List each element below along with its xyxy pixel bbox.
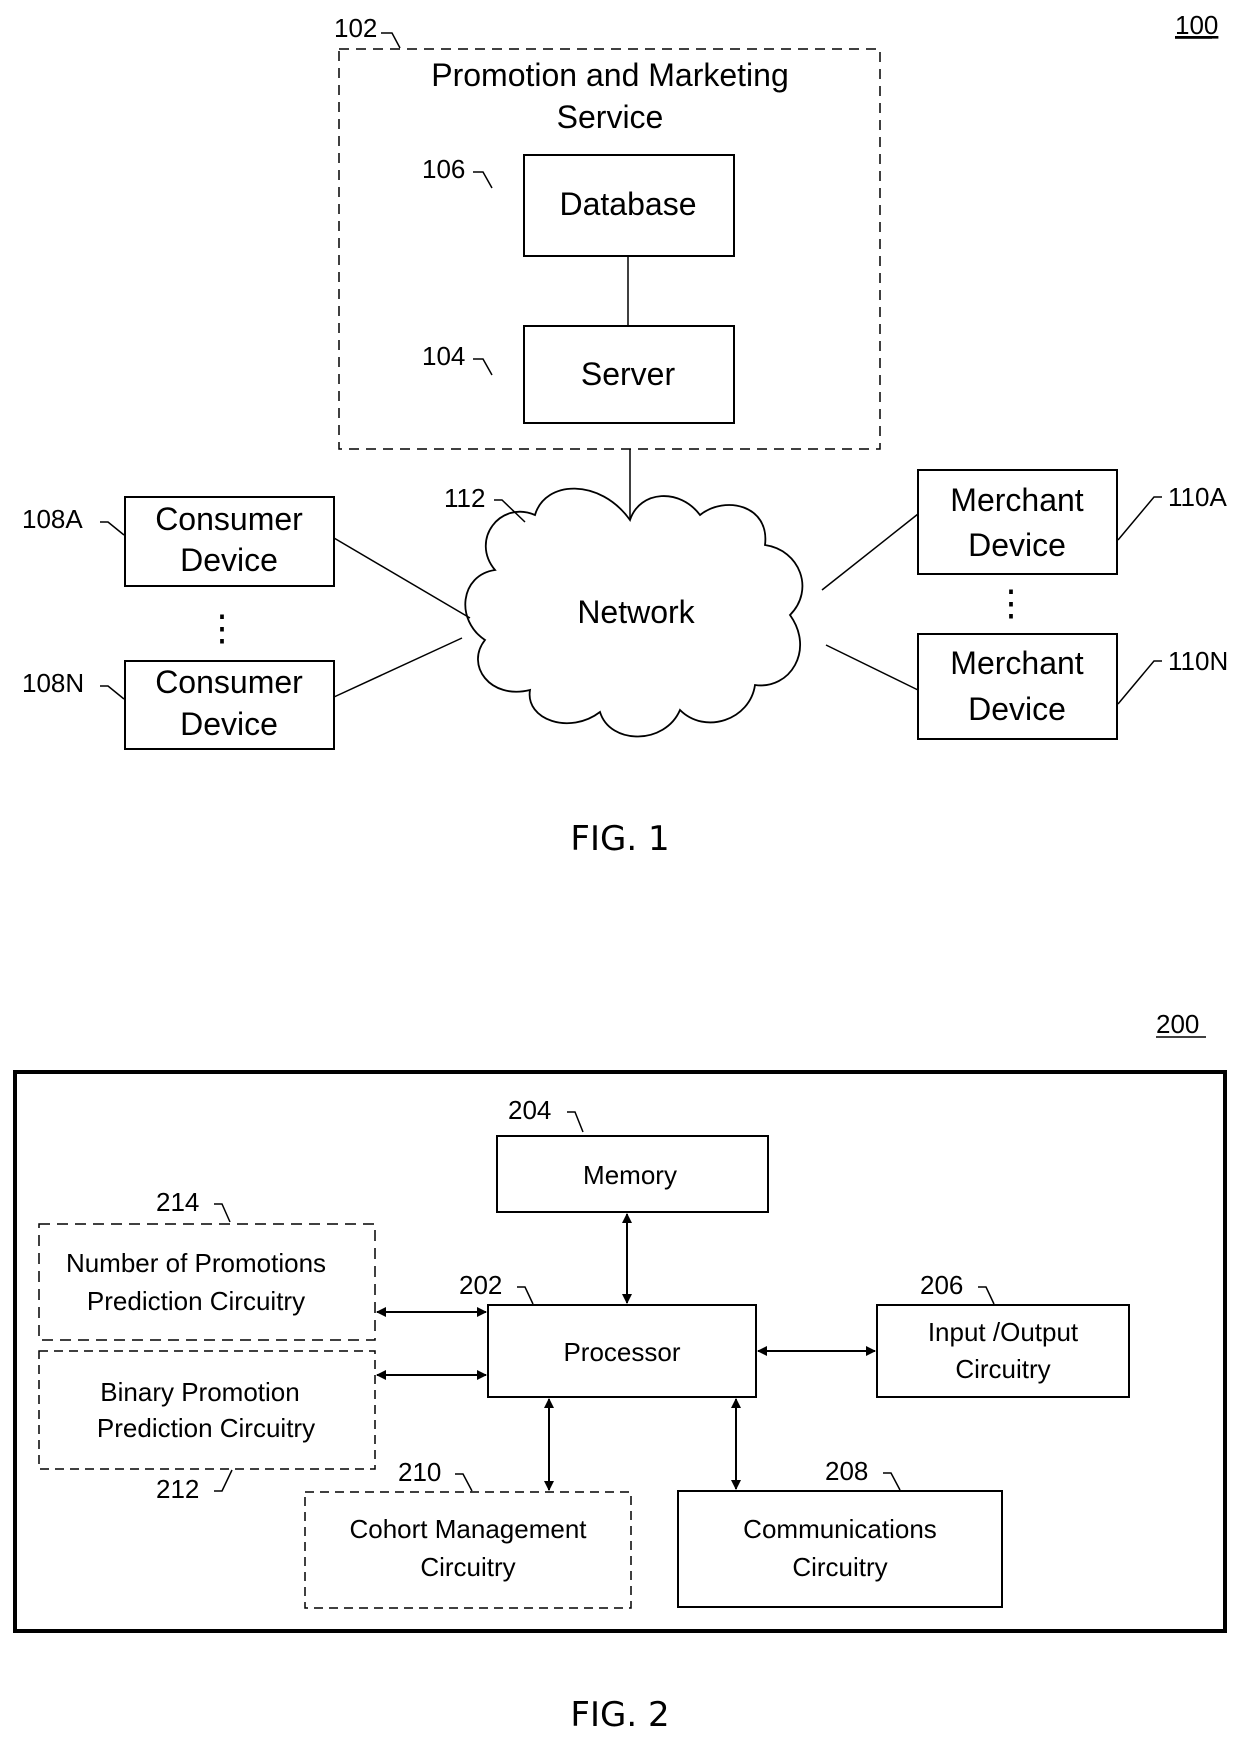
communications-circuitry-box bbox=[677, 1490, 1003, 1608]
number-of-promotions-circuitry-ref: 214 bbox=[156, 1187, 199, 1217]
io-circuitry-leader bbox=[978, 1286, 995, 1305]
merchant-device-n-leader bbox=[1117, 660, 1162, 705]
cohort-management-circuitry-box bbox=[304, 1491, 632, 1609]
merchant-device-a-ref: 110A bbox=[1168, 482, 1227, 512]
fig2-caption: FIG. 2 bbox=[570, 1695, 669, 1735]
io-circuitry-line2: Circuitry bbox=[955, 1354, 1050, 1384]
binary-promotion-circuitry-box bbox=[38, 1350, 376, 1470]
binary-promotion-circuitry-ref: 212 bbox=[156, 1474, 199, 1504]
figure-1: 100 102 Promotion and Marketing Service … bbox=[22, 10, 1228, 859]
merchant-device-a-leader bbox=[1117, 496, 1162, 541]
patent-figures: 100 102 Promotion and Marketing Service … bbox=[13, 10, 1228, 1735]
consumer-device-n-line1: Consumer bbox=[155, 664, 303, 700]
consumer-device-a-leader bbox=[100, 521, 125, 536]
consumer-device-n-line2: Device bbox=[180, 706, 278, 742]
merchant-device-n-line1: Merchant bbox=[950, 645, 1084, 681]
merchant-n-network-link bbox=[825, 644, 919, 691]
communications-circuitry-line2: Circuitry bbox=[792, 1552, 887, 1582]
consumer-device-a-line2: Device bbox=[180, 542, 278, 578]
cohort-management-circuitry-line1: Cohort Management bbox=[349, 1514, 587, 1544]
binary-promotion-circuitry-line1: Binary Promotion bbox=[100, 1377, 299, 1407]
number-of-promotions-circuitry-line2: Prediction Circuitry bbox=[87, 1286, 305, 1316]
communications-circuitry-leader bbox=[883, 1472, 901, 1491]
communications-circuitry-line1: Communications bbox=[743, 1514, 937, 1544]
network-ref: 112 bbox=[444, 483, 485, 513]
consumer-device-a-ref: 108A bbox=[22, 504, 83, 534]
cohort-management-circuitry-line2: Circuitry bbox=[420, 1552, 515, 1582]
consumer-ellipsis: ⋮ bbox=[204, 607, 240, 648]
merchant-device-n-ref: 110N bbox=[1168, 646, 1228, 676]
fig1-caption: FIG. 1 bbox=[570, 819, 669, 859]
memory-label: Memory bbox=[583, 1160, 677, 1190]
database-leader bbox=[473, 171, 493, 189]
database-label: Database bbox=[560, 186, 697, 222]
processor-label: Processor bbox=[563, 1337, 680, 1367]
cohort-management-circuitry-ref: 210 bbox=[398, 1457, 441, 1487]
binary-promotion-circuitry-line2: Prediction Circuitry bbox=[97, 1413, 315, 1443]
binary-promotion-circuitry-leader bbox=[214, 1469, 233, 1492]
merchant-device-a-line2: Device bbox=[968, 527, 1066, 563]
network-label: Network bbox=[577, 594, 695, 630]
merchant-device-a-line1: Merchant bbox=[950, 482, 1084, 518]
communications-circuitry-ref: 208 bbox=[825, 1456, 868, 1486]
consumer-device-n-leader bbox=[100, 685, 125, 700]
processor-leader bbox=[517, 1286, 534, 1305]
server-label: Server bbox=[581, 356, 676, 392]
figure-2: 200 Memory 204 Processor 202 Input /Outp… bbox=[13, 1009, 1227, 1735]
server-leader bbox=[473, 358, 493, 376]
io-circuitry-line1: Input /Output bbox=[928, 1317, 1079, 1347]
merchant-ellipsis: ⋮ bbox=[993, 582, 1029, 623]
merchant-device-n-line2: Device bbox=[968, 691, 1066, 727]
number-of-promotions-circuitry-leader bbox=[214, 1203, 231, 1223]
io-circuitry-ref: 206 bbox=[920, 1270, 963, 1300]
fig2-ref-number: 200 bbox=[1156, 1009, 1199, 1039]
number-of-promotions-circuitry-box bbox=[38, 1223, 376, 1341]
consumer-device-a-line1: Consumer bbox=[155, 501, 303, 537]
database-ref: 106 bbox=[422, 154, 465, 184]
number-of-promotions-circuitry-line1: Number of Promotions bbox=[66, 1248, 326, 1278]
fig1-ref-number: 100 bbox=[1175, 10, 1218, 40]
consumer-device-n-ref: 108N bbox=[22, 668, 84, 698]
processor-ref: 202 bbox=[459, 1270, 502, 1300]
cohort-management-circuitry-leader bbox=[455, 1473, 473, 1492]
server-ref: 104 bbox=[422, 341, 465, 371]
service-ref: 102 bbox=[334, 13, 377, 43]
service-leader bbox=[381, 32, 401, 49]
consumer-a-network-link bbox=[333, 537, 471, 619]
consumer-n-network-link bbox=[333, 637, 463, 698]
memory-ref: 204 bbox=[508, 1095, 551, 1125]
service-title-line2: Service bbox=[557, 99, 664, 135]
merchant-a-network-link bbox=[821, 513, 919, 591]
service-title-line1: Promotion and Marketing bbox=[431, 57, 789, 93]
memory-leader bbox=[567, 1111, 584, 1133]
